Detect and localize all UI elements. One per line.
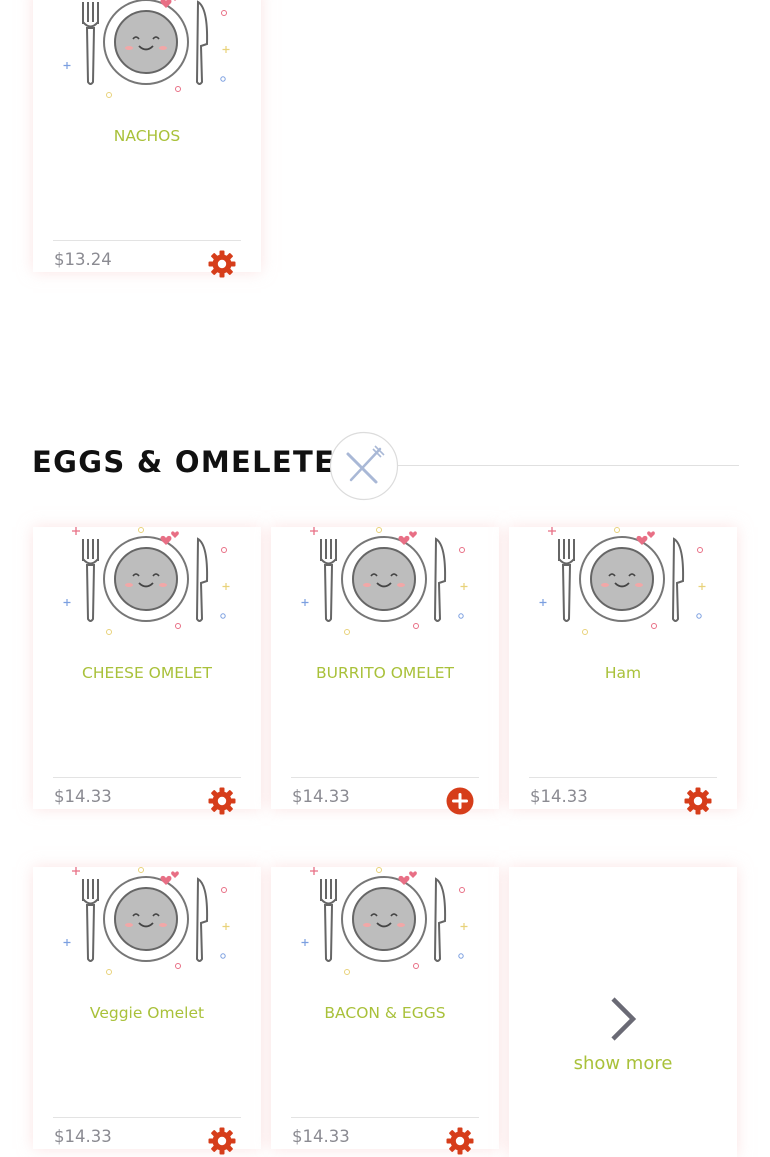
gear-icon[interactable] bbox=[207, 1126, 237, 1156]
plate-illustration bbox=[62, 867, 231, 976]
gear-icon[interactable] bbox=[445, 1126, 475, 1156]
menu-item-price: $14.33 bbox=[530, 787, 588, 806]
menu-item-card[interactable]: NACHOS $13.24 bbox=[33, 0, 261, 278]
card-divider bbox=[291, 1117, 479, 1118]
card-divider bbox=[53, 1117, 241, 1118]
menu-item-price: $14.33 bbox=[54, 787, 112, 806]
menu-item-card[interactable]: BURRITO OMELET $14.33 bbox=[271, 527, 499, 816]
plus-icon[interactable] bbox=[445, 786, 475, 816]
show-more-card[interactable]: show more bbox=[509, 867, 737, 1157]
plate-illustration bbox=[300, 867, 469, 976]
show-more-label: show more bbox=[573, 1053, 673, 1074]
menu-item-name: Ham bbox=[604, 664, 642, 682]
menu-item-name: CHEESE OMELET bbox=[82, 664, 212, 682]
section-title: EGGS & OMELETES bbox=[32, 445, 358, 479]
menu-item-card[interactable]: CHEESE OMELET $14.33 bbox=[33, 527, 261, 815]
card-divider bbox=[53, 240, 241, 241]
menu-item-name: BURRITO OMELET bbox=[316, 664, 454, 682]
fork-knife-icon bbox=[329, 431, 399, 501]
chevron-right-icon bbox=[611, 997, 637, 1041]
menu-item-card[interactable]: Veggie Omelet $14.33 bbox=[33, 867, 261, 1155]
card-divider bbox=[53, 777, 241, 778]
gear-icon[interactable] bbox=[207, 786, 237, 816]
plate-illustration bbox=[538, 527, 707, 636]
menu-item-price: $14.33 bbox=[292, 1127, 350, 1146]
menu-item-name: BACON & EGGS bbox=[324, 1004, 446, 1022]
menu-item-price: $14.33 bbox=[292, 787, 350, 806]
menu-item-name: NACHOS bbox=[113, 127, 181, 145]
card-divider bbox=[291, 777, 479, 778]
menu-item-card[interactable]: Ham $14.33 bbox=[509, 527, 737, 815]
section-divider bbox=[398, 465, 739, 466]
gear-icon[interactable] bbox=[683, 786, 713, 816]
plate-illustration bbox=[62, 527, 231, 636]
menu-item-name: Veggie Omelet bbox=[89, 1004, 205, 1022]
menu-item-card[interactable]: BACON & EGGS $14.33 bbox=[271, 867, 499, 1155]
card-divider bbox=[529, 777, 717, 778]
plate-illustration bbox=[300, 527, 469, 636]
menu-item-price: $14.33 bbox=[54, 1127, 112, 1146]
plate-illustration bbox=[62, 0, 231, 99]
gear-icon[interactable] bbox=[207, 249, 237, 279]
menu-item-price: $13.24 bbox=[54, 250, 112, 269]
